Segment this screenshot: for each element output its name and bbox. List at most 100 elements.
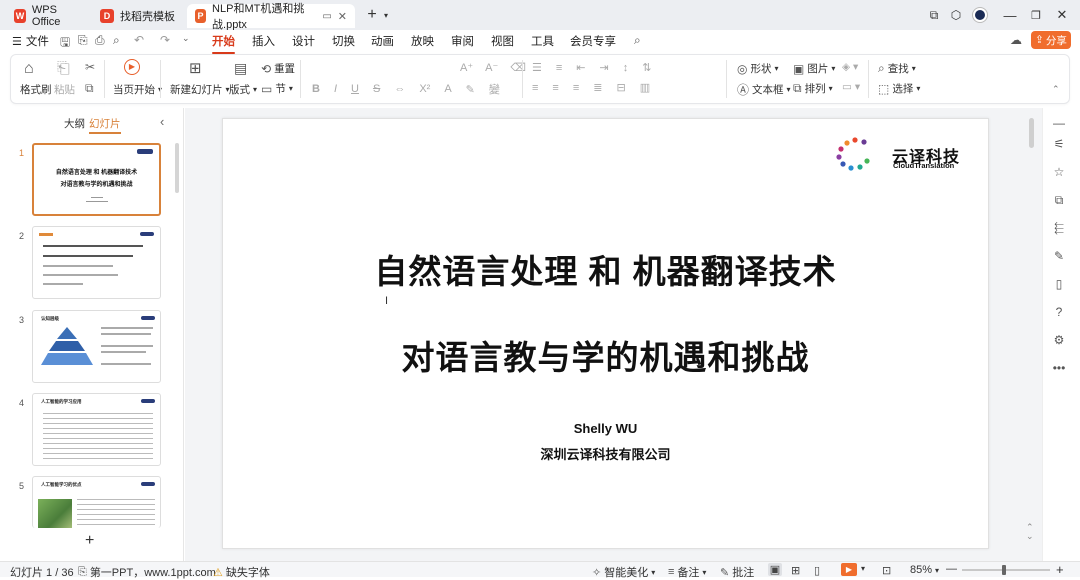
collapse-sidebar-icon[interactable]: — [1051, 116, 1067, 132]
tab-slideshow[interactable]: 放映 [411, 33, 434, 49]
zoom-slider-track[interactable] [962, 569, 1050, 571]
search-icon[interactable]: ⌕ [634, 33, 641, 48]
restore-icon[interactable]: ❐ [1026, 6, 1046, 24]
export-icon[interactable]: ⎘ [78, 33, 88, 48]
play-icon[interactable]: ▶ [124, 59, 140, 75]
slide-title-line1[interactable]: 自然语言处理 和 机器翻译技术 [223, 245, 988, 293]
format-painter-button[interactable]: 格式刷 [20, 82, 52, 97]
panel-scrollbar[interactable] [175, 143, 179, 193]
normal-view-icon[interactable]: ▣ [768, 563, 782, 576]
tab-home[interactable]: 开始 [212, 33, 235, 54]
fit-window-icon[interactable]: ⊡ [882, 564, 891, 577]
underline-icon[interactable]: U [351, 83, 359, 95]
tab-design[interactable]: 设计 [292, 33, 315, 49]
play-from-current-button[interactable]: 当页开始 ▾ [113, 82, 162, 97]
highlight-icon[interactable]: ✎ [466, 83, 475, 96]
fill-icon[interactable]: ◈ ▾ [842, 61, 858, 73]
add-slide-plus-icon[interactable]: + [85, 532, 94, 550]
decrease-indent-icon[interactable]: ⇤ [576, 61, 585, 74]
star-icon[interactable]: ☆ [1051, 165, 1067, 181]
canvas-scrollbar[interactable] [1029, 118, 1034, 148]
slide-thumbnail-1[interactable]: 自然语言处理 和 机器翻译技术 对语言教与学的机遇和挑战 [32, 143, 161, 216]
avatar[interactable] [970, 6, 990, 24]
layout-button[interactable]: 版式 ▾ [229, 82, 257, 97]
shape-button[interactable]: ◎ 形状 ▾ [737, 61, 779, 76]
chevron-down-icon[interactable]: ▾ [376, 6, 396, 24]
window-mode-icon[interactable]: ⧉ [924, 6, 944, 24]
tab-docer-templates[interactable]: D 找稻壳模板 [92, 4, 184, 28]
close-window-icon[interactable]: ✕ [1052, 6, 1072, 24]
gear-icon[interactable]: ⚙ [1051, 333, 1067, 349]
arrange-button[interactable]: ⧉ 排列 ▾ [793, 81, 833, 96]
slide-company[interactable]: 深圳云译科技有限公司 [223, 444, 988, 463]
print-icon[interactable]: ⎙ [95, 33, 105, 48]
share-button[interactable]: ⇪ 分享 [1031, 31, 1071, 49]
slide-thumbnail-3[interactable]: 认知层级 [32, 310, 161, 383]
monitor-icon[interactable]: ▭ [322, 11, 331, 22]
close-tab-icon[interactable]: ✕ [338, 10, 347, 23]
zoom-slider-thumb[interactable] [1002, 565, 1006, 575]
superscript-icon[interactable]: X² [419, 83, 430, 95]
zoom-out-icon[interactable]: — [946, 563, 957, 575]
slide-thumbnail-4[interactable]: 人工智能的学习应用 [32, 393, 161, 466]
format-painter-icon[interactable]: ⌂ [24, 60, 34, 78]
missing-font-button[interactable]: ⚠ 缺失字体 [213, 564, 270, 580]
shrink-font-icon[interactable]: A⁻ [485, 61, 498, 74]
bold-icon[interactable]: B [312, 83, 320, 95]
smart-beautify-button[interactable]: ✧ 智能美化 ▾ [592, 564, 655, 580]
reading-view-icon[interactable]: ▯ [814, 564, 820, 577]
numbering-icon[interactable]: ≡ [556, 62, 562, 74]
tab-tools[interactable]: 工具 [531, 33, 554, 49]
help-icon[interactable]: ? [1051, 305, 1067, 321]
slide-author[interactable]: Shelly WU [223, 421, 988, 436]
print-preview-icon[interactable]: ⌕ [113, 33, 120, 48]
align-right-icon[interactable]: ≡ [573, 82, 579, 94]
line-spacing-icon[interactable]: ↕ [623, 62, 629, 74]
new-slide-button[interactable]: 新建幻灯片 ▾ [170, 82, 230, 97]
scroll-arrows-icon[interactable]: ⌃ ⌄ [1026, 523, 1034, 541]
slideshow-chevron-icon[interactable]: ▾ [861, 564, 865, 573]
book-icon[interactable]: ▯ [1051, 277, 1067, 293]
save-icon[interactable]: 🖫 [60, 33, 70, 54]
italic-icon[interactable]: I [334, 83, 337, 95]
tab-current-pptx[interactable]: P NLP和MT机遇和挑战.pptx ▭ ✕ [187, 3, 355, 31]
transform-icon[interactable]: ⬱ [1051, 221, 1067, 237]
paste-button[interactable]: 粘贴 [54, 82, 75, 97]
tab-view[interactable]: 视图 [491, 33, 514, 49]
slide-thumbnail-5[interactable]: 人工智能学习的优点 [32, 476, 161, 528]
tab-review[interactable]: 审阅 [451, 33, 474, 49]
outline-tab[interactable]: 大纲 [64, 116, 85, 131]
distribute-icon[interactable]: ⊟ [616, 81, 625, 94]
tab-wps-office[interactable]: W WPS Office [6, 4, 88, 28]
notes-button[interactable]: ≡ 备注 ▾ [668, 564, 706, 580]
copy-style-icon[interactable]: ⧉ [1051, 193, 1067, 209]
outline-icon[interactable]: ▭ ▾ [842, 81, 860, 93]
align-left-icon[interactable]: ≡ [532, 82, 538, 94]
more-icon[interactable]: ••• [1051, 361, 1067, 377]
zoom-level[interactable]: 85% ▾ [910, 564, 939, 576]
file-menu[interactable]: ☰ 文件 [12, 33, 49, 49]
tools-icon[interactable]: ✎ [1051, 249, 1067, 265]
char-spacing-icon[interactable]: ⇔ [394, 83, 405, 95]
cube-icon[interactable]: ⬡ [946, 6, 966, 24]
copy-icon[interactable]: ⧉ [85, 81, 94, 96]
theme-indicator[interactable]: ⎘ 第一PPT，www.1ppt.com [78, 564, 216, 580]
new-slide-icon[interactable]: ⊞ [189, 59, 202, 77]
grow-font-icon[interactable]: A⁺ [460, 61, 473, 74]
justify-icon[interactable]: ≣ [593, 81, 602, 94]
collapse-panel-icon[interactable]: ‹ [160, 114, 164, 129]
section-button[interactable]: ▭ 节 ▾ [261, 81, 293, 96]
columns-icon[interactable]: ▥ [640, 81, 650, 94]
clear-format-icon[interactable]: ⌫ [510, 61, 526, 74]
slide-title-line2[interactable]: 对语言教与学的机遇和挑战 [223, 331, 988, 379]
font-color-icon[interactable]: A [444, 83, 451, 95]
play-slideshow-button[interactable]: ▶ [841, 563, 857, 576]
reset-button[interactable]: ⟲ 重置 [261, 61, 295, 76]
comments-button[interactable]: ✎ 批注 [720, 564, 754, 580]
select-button[interactable]: ⬚ 选择 ▾ [878, 81, 920, 96]
minimize-icon[interactable]: — [1000, 6, 1020, 24]
textbox-button[interactable]: Ⓐ 文本框 ▾ [737, 81, 791, 98]
strikethrough-icon[interactable]: S [373, 83, 380, 95]
tab-animations[interactable]: 动画 [371, 33, 394, 49]
tab-member[interactable]: 会员专享 [570, 33, 616, 49]
